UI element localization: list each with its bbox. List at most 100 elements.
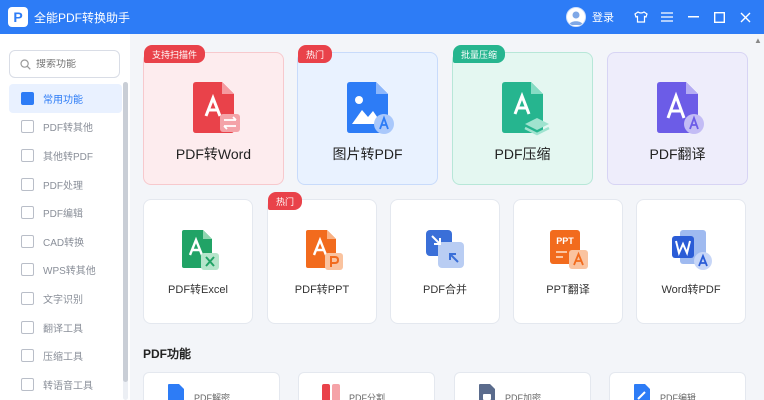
pdf-edit-nav-icon xyxy=(21,206,34,220)
scroll-up-icon[interactable]: ▲ xyxy=(752,36,764,45)
compress-icon xyxy=(21,349,34,363)
card-pdf-to-ppt[interactable]: 热门 PDF转PPT xyxy=(267,192,377,324)
sidebar-item-compress[interactable]: 压缩工具 xyxy=(9,341,122,370)
pdf-merge-icon xyxy=(426,230,464,268)
sidebar-item-pdf-process[interactable]: PDF处理 xyxy=(9,170,122,199)
pdf-translate-icon xyxy=(656,82,704,134)
card-label: PDF翻译 xyxy=(649,146,706,162)
card-label: PDF加密 xyxy=(505,393,542,400)
card-pdf-to-word[interactable]: 支持扫描件 PDF转Word xyxy=(143,45,284,185)
sidebar-item-translate[interactable]: 翻译工具 xyxy=(9,313,122,342)
svg-text:PPT: PPT xyxy=(556,236,574,246)
section-title-pdf-functions: PDF功能 xyxy=(143,347,192,361)
sidebar-nav: 常用功能 PDF转其他 其他转PDF PDF处理 PDF编辑 CAD转换 WPS… xyxy=(9,84,122,399)
pdf-to-excel-icon xyxy=(182,230,219,270)
card-pdf-encrypt[interactable]: PDF加密 xyxy=(454,372,591,400)
cad-icon xyxy=(21,234,34,248)
login-button[interactable]: 登录 xyxy=(592,9,614,25)
tag-badge: 热门 xyxy=(298,45,333,63)
sidebar-item-common[interactable]: 常用功能 xyxy=(9,84,122,113)
image-to-pdf-icon xyxy=(346,82,394,134)
sidebar-item-pdf-edit[interactable]: PDF编辑 xyxy=(9,198,122,227)
card-label: PDF转Excel xyxy=(168,284,228,296)
card-label: 图片转PDF xyxy=(332,146,403,162)
card-pdf-split[interactable]: PDF分割 xyxy=(298,372,435,400)
card-pdf-edit[interactable]: PDF编辑 xyxy=(609,372,746,400)
minimize-icon xyxy=(687,16,699,18)
card-label: PDF压缩 xyxy=(494,146,551,162)
card-label: PDF转PPT xyxy=(294,284,350,296)
pdf-decrypt-icon xyxy=(168,384,184,400)
pdf-process-icon xyxy=(21,177,34,191)
close-icon xyxy=(740,12,750,22)
card-label: PDF转Word xyxy=(175,146,252,162)
other-to-pdf-icon xyxy=(21,148,34,162)
sidebar-item-speech[interactable]: 转语音工具 xyxy=(9,370,122,399)
sidebar: 常用功能 PDF转其他 其他转PDF PDF处理 PDF编辑 CAD转换 WPS… xyxy=(0,34,130,400)
close-button[interactable] xyxy=(732,0,758,34)
tag-badge: 支持扫描件 xyxy=(144,45,206,63)
card-pdf-translate[interactable]: PDF翻译 xyxy=(607,52,748,185)
sidebar-item-other-to-pdf[interactable]: 其他转PDF xyxy=(9,141,122,170)
sidebar-item-label: PDF编辑 xyxy=(43,209,83,221)
pdf-encrypt-icon xyxy=(479,384,495,400)
card-label: PDF解密 xyxy=(194,393,231,400)
search-box[interactable] xyxy=(9,50,120,78)
translate-icon xyxy=(21,320,34,334)
card-label: PDF合并 xyxy=(423,284,467,296)
app-logo-icon: P xyxy=(8,7,28,27)
sidebar-item-pdf-to-other[interactable]: PDF转其他 xyxy=(9,113,122,142)
search-icon xyxy=(20,58,31,70)
shirt-icon xyxy=(634,11,648,23)
sidebar-item-label: 文字识别 xyxy=(43,294,83,306)
minimize-button[interactable] xyxy=(680,0,706,34)
tag-badge: 热门 xyxy=(268,192,303,210)
app-title: 全能PDF转换助手 xyxy=(34,10,131,25)
user-icon xyxy=(569,11,583,25)
card-pdf-decrypt[interactable]: PDF解密 xyxy=(143,372,280,400)
sidebar-item-ocr[interactable]: 文字识别 xyxy=(9,284,122,313)
avatar[interactable] xyxy=(566,7,586,27)
menu-button[interactable] xyxy=(654,0,680,34)
tag-badge: 批量压缩 xyxy=(453,45,506,63)
pdf-to-word-icon xyxy=(192,82,240,133)
speech-icon xyxy=(21,377,34,391)
sidebar-item-label: WPS转其他 xyxy=(43,266,96,278)
sidebar-item-label: 其他转PDF xyxy=(43,151,93,163)
card-label: Word转PDF xyxy=(661,284,721,296)
menu-icon xyxy=(661,12,673,22)
pdf-edit-icon xyxy=(634,384,650,400)
sidebar-item-label: 常用功能 xyxy=(43,94,83,106)
card-pdf-compress[interactable]: 批量压缩 PDF压缩 xyxy=(452,45,593,185)
skin-button[interactable] xyxy=(628,0,654,34)
pdf-to-ppt-icon xyxy=(306,230,343,270)
wps-icon xyxy=(21,263,34,277)
search-input[interactable] xyxy=(36,58,116,70)
maximize-button[interactable] xyxy=(706,0,732,34)
card-pdf-merge[interactable]: PDF合并 xyxy=(390,199,500,324)
sidebar-item-cad[interactable]: CAD转换 xyxy=(9,227,122,256)
card-ppt-translate[interactable]: PPT PPT翻译 xyxy=(513,199,623,324)
card-pdf-to-excel[interactable]: PDF转Excel xyxy=(143,199,253,324)
card-image-to-pdf[interactable]: 热门 图片转PDF xyxy=(297,45,438,185)
card-label: PDF分割 xyxy=(349,393,386,400)
ocr-icon xyxy=(21,291,34,305)
sidebar-scrollbar[interactable] xyxy=(123,82,128,400)
pdf-compress-icon xyxy=(501,82,550,136)
word-to-pdf-icon xyxy=(672,230,712,270)
pdf-to-other-icon xyxy=(21,120,34,134)
title-bar: P 全能PDF转换助手 登录 xyxy=(0,0,764,34)
sidebar-item-label: PDF处理 xyxy=(43,180,83,192)
sidebar-item-label: 压缩工具 xyxy=(43,352,83,364)
sidebar-scroll-thumb[interactable] xyxy=(123,82,128,382)
sidebar-item-wps[interactable]: WPS转其他 xyxy=(9,256,122,285)
card-word-to-pdf[interactable]: Word转PDF xyxy=(636,199,746,324)
pdf-split-icon xyxy=(322,384,340,400)
maximize-icon xyxy=(713,11,725,23)
sidebar-item-label: 转语音工具 xyxy=(43,380,93,392)
sidebar-item-label: 翻译工具 xyxy=(43,323,83,335)
main-content: 支持扫描件 PDF转Word 热门 图片转PDF 批量压缩 PDF压缩 PDF翻… xyxy=(130,34,750,400)
main-scrollbar[interactable]: ▲ xyxy=(752,34,764,400)
card-label: PDF编辑 xyxy=(660,393,697,400)
common-functions-icon xyxy=(21,91,34,105)
